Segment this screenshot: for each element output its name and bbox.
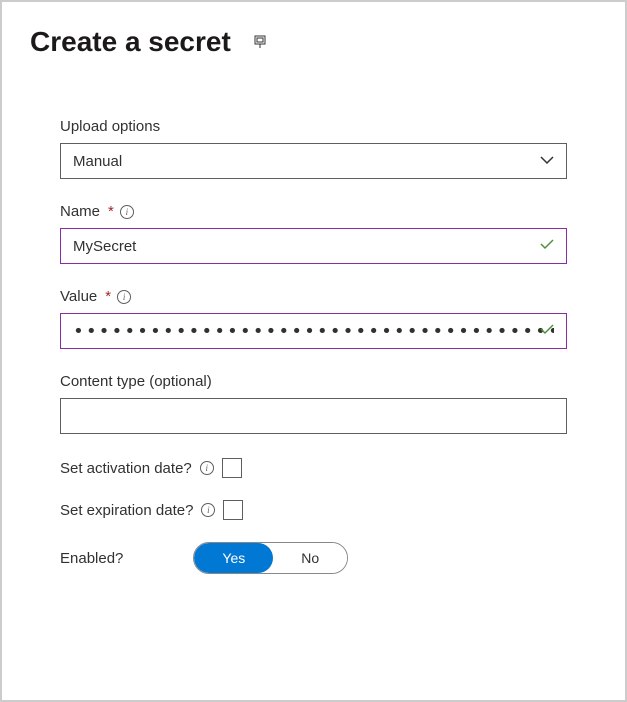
upload-options-label: Upload options xyxy=(60,118,160,135)
name-label: Name xyxy=(60,203,100,220)
enabled-toggle: Yes No xyxy=(193,542,348,574)
value-input[interactable] xyxy=(60,313,567,349)
expiration-date-row: Set expiration date? i xyxy=(60,500,567,520)
activation-date-row: Set activation date? i xyxy=(60,458,567,478)
info-icon[interactable]: i xyxy=(201,503,215,517)
page-title: Create a secret xyxy=(30,26,231,58)
value-label: Value xyxy=(60,288,97,305)
name-input[interactable] xyxy=(60,228,567,264)
expiration-date-label: Set expiration date? xyxy=(60,502,193,519)
enabled-no-button[interactable]: No xyxy=(273,543,347,573)
create-secret-form: Upload options Name * i xyxy=(30,118,597,574)
required-mark: * xyxy=(105,288,111,305)
info-icon[interactable]: i xyxy=(120,205,134,219)
upload-options-select[interactable] xyxy=(60,143,567,179)
content-type-field: Content type (optional) xyxy=(60,373,567,434)
upload-options-field: Upload options xyxy=(60,118,567,179)
page-header: Create a secret xyxy=(30,26,597,58)
pin-icon[interactable] xyxy=(251,33,269,51)
enabled-label: Enabled? xyxy=(60,550,123,567)
activation-date-label: Set activation date? xyxy=(60,460,192,477)
info-icon[interactable]: i xyxy=(117,290,131,304)
enabled-row: Enabled? Yes No xyxy=(60,542,567,574)
content-type-label: Content type (optional) xyxy=(60,373,212,390)
enabled-yes-button[interactable]: Yes xyxy=(194,543,273,573)
name-field: Name * i xyxy=(60,203,567,264)
info-icon[interactable]: i xyxy=(200,461,214,475)
activation-date-checkbox[interactable] xyxy=(222,458,242,478)
required-mark: * xyxy=(108,203,114,220)
value-field: Value * i xyxy=(60,288,567,349)
expiration-date-checkbox[interactable] xyxy=(223,500,243,520)
content-type-input[interactable] xyxy=(60,398,567,434)
